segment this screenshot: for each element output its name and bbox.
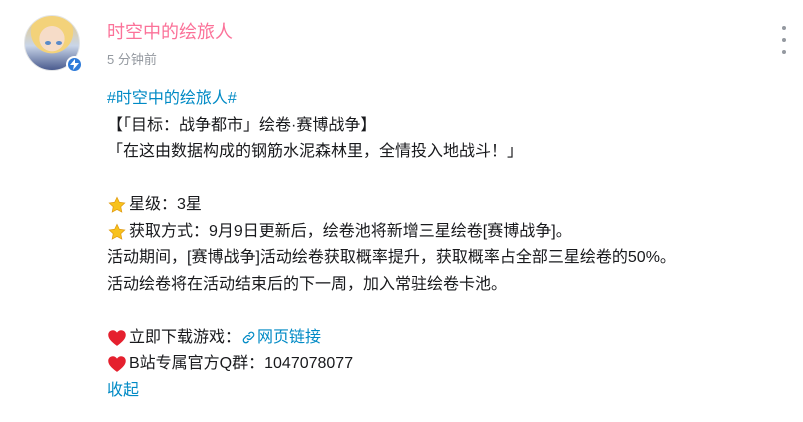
download-link-text[interactable]: 网页链接	[257, 325, 321, 352]
heart-emoji-icon	[107, 354, 127, 374]
qq-group-text: B站专属官方Q群：1047078077	[129, 355, 354, 372]
post-title: 【「目标：战争都市」绘卷·赛博战争】	[107, 116, 377, 134]
link-icon	[241, 330, 256, 345]
avatar-eye	[45, 41, 51, 45]
verified-lightning-icon	[66, 56, 83, 73]
star-level-text: 星级：3星	[129, 196, 202, 213]
star-emoji-icon	[107, 222, 127, 242]
author-name[interactable]: 时空中的绘旅人	[107, 19, 233, 45]
avatar-eye	[56, 41, 62, 45]
post-quote: 「在这由数据构成的钢筋水泥森林里，全情投入地战斗！」	[107, 143, 524, 160]
after-event-text: 活动绘卷将在活动结束后的下一周，加入常驻绘卷卡池。	[107, 275, 508, 293]
topic-link[interactable]: #时空中的绘旅人#	[107, 86, 237, 113]
star-emoji-icon	[107, 195, 127, 215]
more-vertical-icon[interactable]	[780, 26, 788, 54]
download-link[interactable]: 网页链接	[241, 325, 321, 352]
post-time: 5 分钟前	[107, 52, 157, 67]
event-text: 活动期间，[赛博战争]活动绘卷获取概率提升，获取概率占全部三星绘卷的50%。	[107, 249, 676, 266]
acquire-text: 获取方式：9月9日更新后，绘卷池将新增三星绘卷[赛博战争]。	[129, 222, 572, 240]
more-dot	[782, 26, 786, 30]
more-dot	[782, 38, 786, 42]
collapse-button[interactable]: 收起	[107, 378, 139, 405]
more-dot	[782, 50, 786, 54]
post-content: #时空中的绘旅人# 【「目标：战争都市」绘卷·赛博战争】 「在这由数据构成的钢筋…	[107, 86, 787, 404]
download-label: 立即下载游戏：	[129, 328, 242, 346]
heart-emoji-icon	[107, 328, 127, 348]
